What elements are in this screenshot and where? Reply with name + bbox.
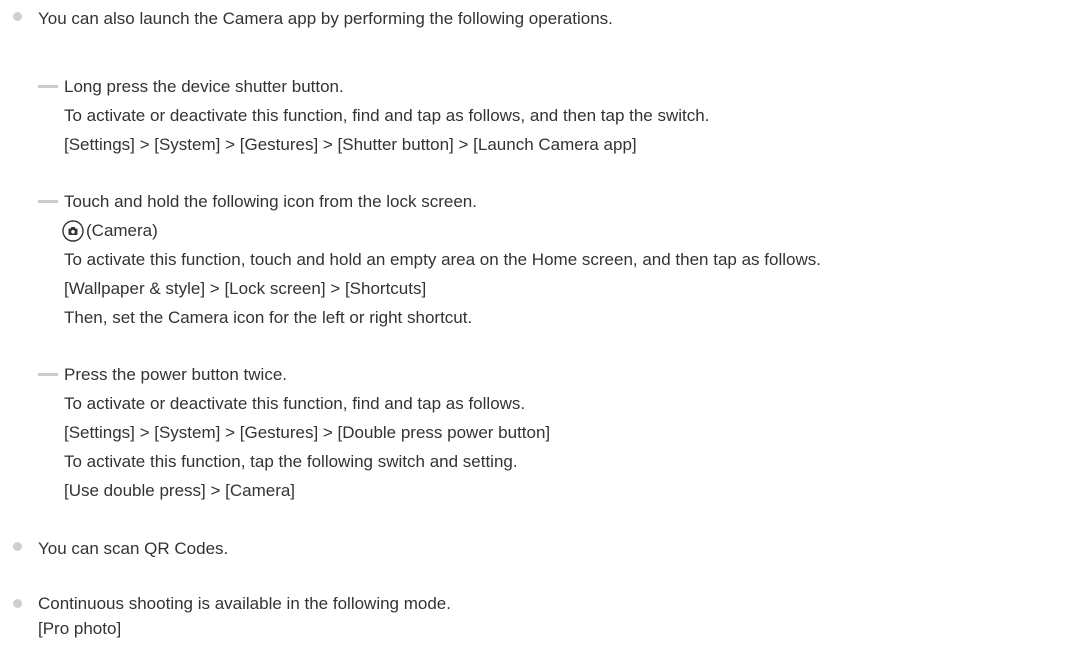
- settings-path: [Wallpaper & style] > [Lock screen] > [S…: [64, 279, 427, 298]
- instruction-line: To activate this function, touch and hol…: [64, 250, 821, 269]
- sub-item-heading: Press the power button twice.: [64, 365, 288, 384]
- settings-path: [Settings] > [System] > [Gestures] > [Sh…: [64, 135, 637, 154]
- bullet-item-launch-camera: You can also launch the Camera app by pe…: [0, 4, 1075, 33]
- bullet-dot-icon: [13, 542, 22, 551]
- instruction-line: To activate or deactivate this function,…: [64, 106, 710, 125]
- settings-path: [Use double press] > [Camera]: [64, 481, 296, 500]
- sub-item-lock-screen-icon: Touch and hold the following icon from t…: [38, 187, 1075, 216]
- sub-item-shutter-details: To activate or deactivate this function,…: [64, 101, 709, 159]
- dash-bullet-icon: [38, 200, 58, 203]
- sub-item-power-details: To activate or deactivate this function,…: [64, 389, 550, 505]
- camera-icon-label: (Camera): [86, 221, 158, 240]
- bullet-text: You can scan QR Codes.: [38, 539, 229, 558]
- help-page: You can also launch the Camera app by pe…: [0, 0, 1075, 648]
- bullet-text: You can also launch the Camera app by pe…: [38, 9, 613, 28]
- instruction-line: Then, set the Camera icon for the left o…: [64, 308, 473, 327]
- sub-item-heading: Touch and hold the following icon from t…: [64, 192, 477, 211]
- camera-icon: [62, 219, 84, 242]
- bullet-item-continuous-shooting: Continuous shooting is available in the …: [0, 591, 1075, 641]
- sub-item-lock-screen-details: (Camera) To activate this function, touc…: [62, 216, 821, 332]
- sub-item-power-button: Press the power button twice.: [38, 360, 1075, 389]
- dash-bullet-icon: [38, 85, 58, 88]
- mode-name: [Pro photo]: [38, 619, 122, 638]
- bullet-text: Continuous shooting is available in the …: [38, 594, 451, 613]
- instruction-line: To activate this function, tap the follo…: [64, 452, 518, 471]
- sub-item-shutter-button: Long press the device shutter button.: [38, 72, 1075, 101]
- bullet-dot-icon: [13, 12, 22, 21]
- sub-item-heading: Long press the device shutter button.: [64, 77, 344, 96]
- bullet-dot-icon: [13, 599, 22, 608]
- instruction-line: To activate or deactivate this function,…: [64, 394, 526, 413]
- bullet-item-qr-codes: You can scan QR Codes.: [0, 534, 1075, 563]
- settings-path: [Settings] > [System] > [Gestures] > [Do…: [64, 423, 551, 442]
- dash-bullet-icon: [38, 373, 58, 376]
- camera-icon-line: (Camera): [62, 216, 821, 245]
